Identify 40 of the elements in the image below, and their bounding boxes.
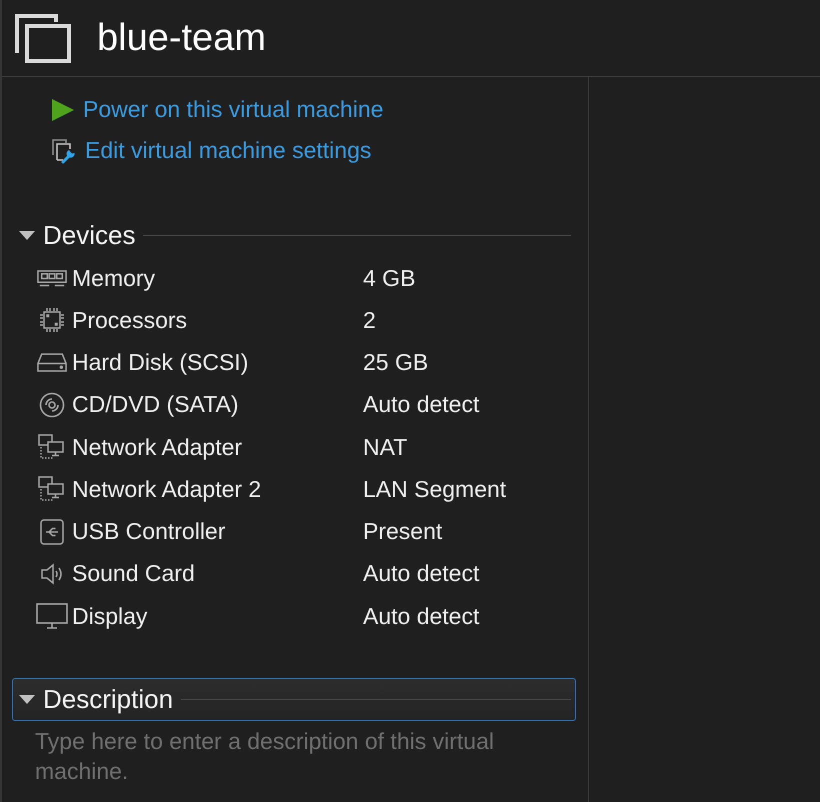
device-name[interactable]: Sound Card [69, 560, 363, 588]
section-header[interactable]: Devices [12, 214, 576, 257]
section-header[interactable]: Description [12, 678, 576, 722]
hard-drive-icon [37, 352, 67, 374]
device-name[interactable]: Memory [69, 264, 363, 292]
device-name[interactable]: Network Adapter 2 [69, 476, 363, 503]
device-name[interactable]: Hard Disk (SCSI) [69, 349, 363, 376]
speaker-icon [40, 562, 64, 585]
play-icon [51, 98, 75, 122]
disc-icon [39, 392, 65, 418]
device-value: Auto detect [363, 560, 480, 588]
monitors-icon [38, 476, 66, 502]
device-value: 2 [363, 306, 377, 334]
overlapping-squares-icon [14, 13, 72, 63]
usb-icon [40, 518, 64, 545]
monitor-icon [36, 603, 68, 630]
device-value: 25 GB [363, 349, 430, 376]
chip-icon [39, 307, 65, 334]
ram-icon [37, 268, 67, 288]
device-value: Auto detect [363, 602, 480, 630]
device-name[interactable]: CD/DVD (SATA) [69, 391, 363, 418]
device-name[interactable]: Network Adapter [69, 434, 363, 461]
device-value: Auto detect [363, 391, 480, 418]
caret-icon[interactable] [19, 695, 35, 704]
power-on-link[interactable]: Power on this virtual machine [83, 96, 384, 123]
vm-title: blue-team [97, 19, 266, 57]
device-name[interactable]: USB Controller [69, 518, 363, 546]
squares-wrench-icon [51, 138, 77, 164]
device-value: NAT [363, 434, 408, 461]
section-title: Description [43, 684, 174, 716]
device-value: LAN Segment [363, 476, 508, 503]
description-field[interactable]: Type here to enter a description of this virtual machine. [35, 726, 560, 790]
monitors-icon [38, 434, 66, 460]
caret-icon[interactable] [19, 231, 35, 240]
edit-settings-link[interactable]: Edit virtual machine settings [85, 137, 372, 164]
device-name[interactable]: Display [69, 602, 363, 630]
device-value: 4 GB [363, 264, 416, 292]
device-name[interactable]: Processors [69, 306, 363, 334]
section-title: Devices [43, 220, 136, 251]
device-value: Present [363, 518, 444, 546]
